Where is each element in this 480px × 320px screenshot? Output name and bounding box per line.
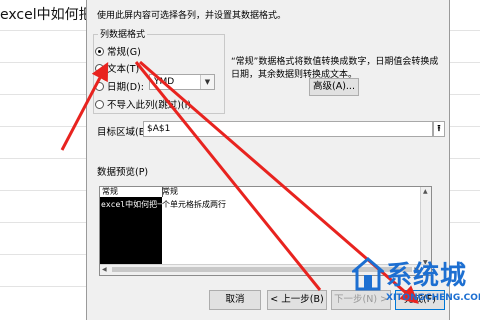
- watermark-url: XITONGCHENG.COM: [386, 293, 480, 303]
- watermark: 系统城 XITONGCHENG.COM: [352, 255, 480, 320]
- arrow-line: [134, 61, 322, 291]
- house-logo-icon: [352, 257, 384, 291]
- watermark-text: 系统城: [386, 261, 468, 291]
- arrow-line: [60, 62, 109, 151]
